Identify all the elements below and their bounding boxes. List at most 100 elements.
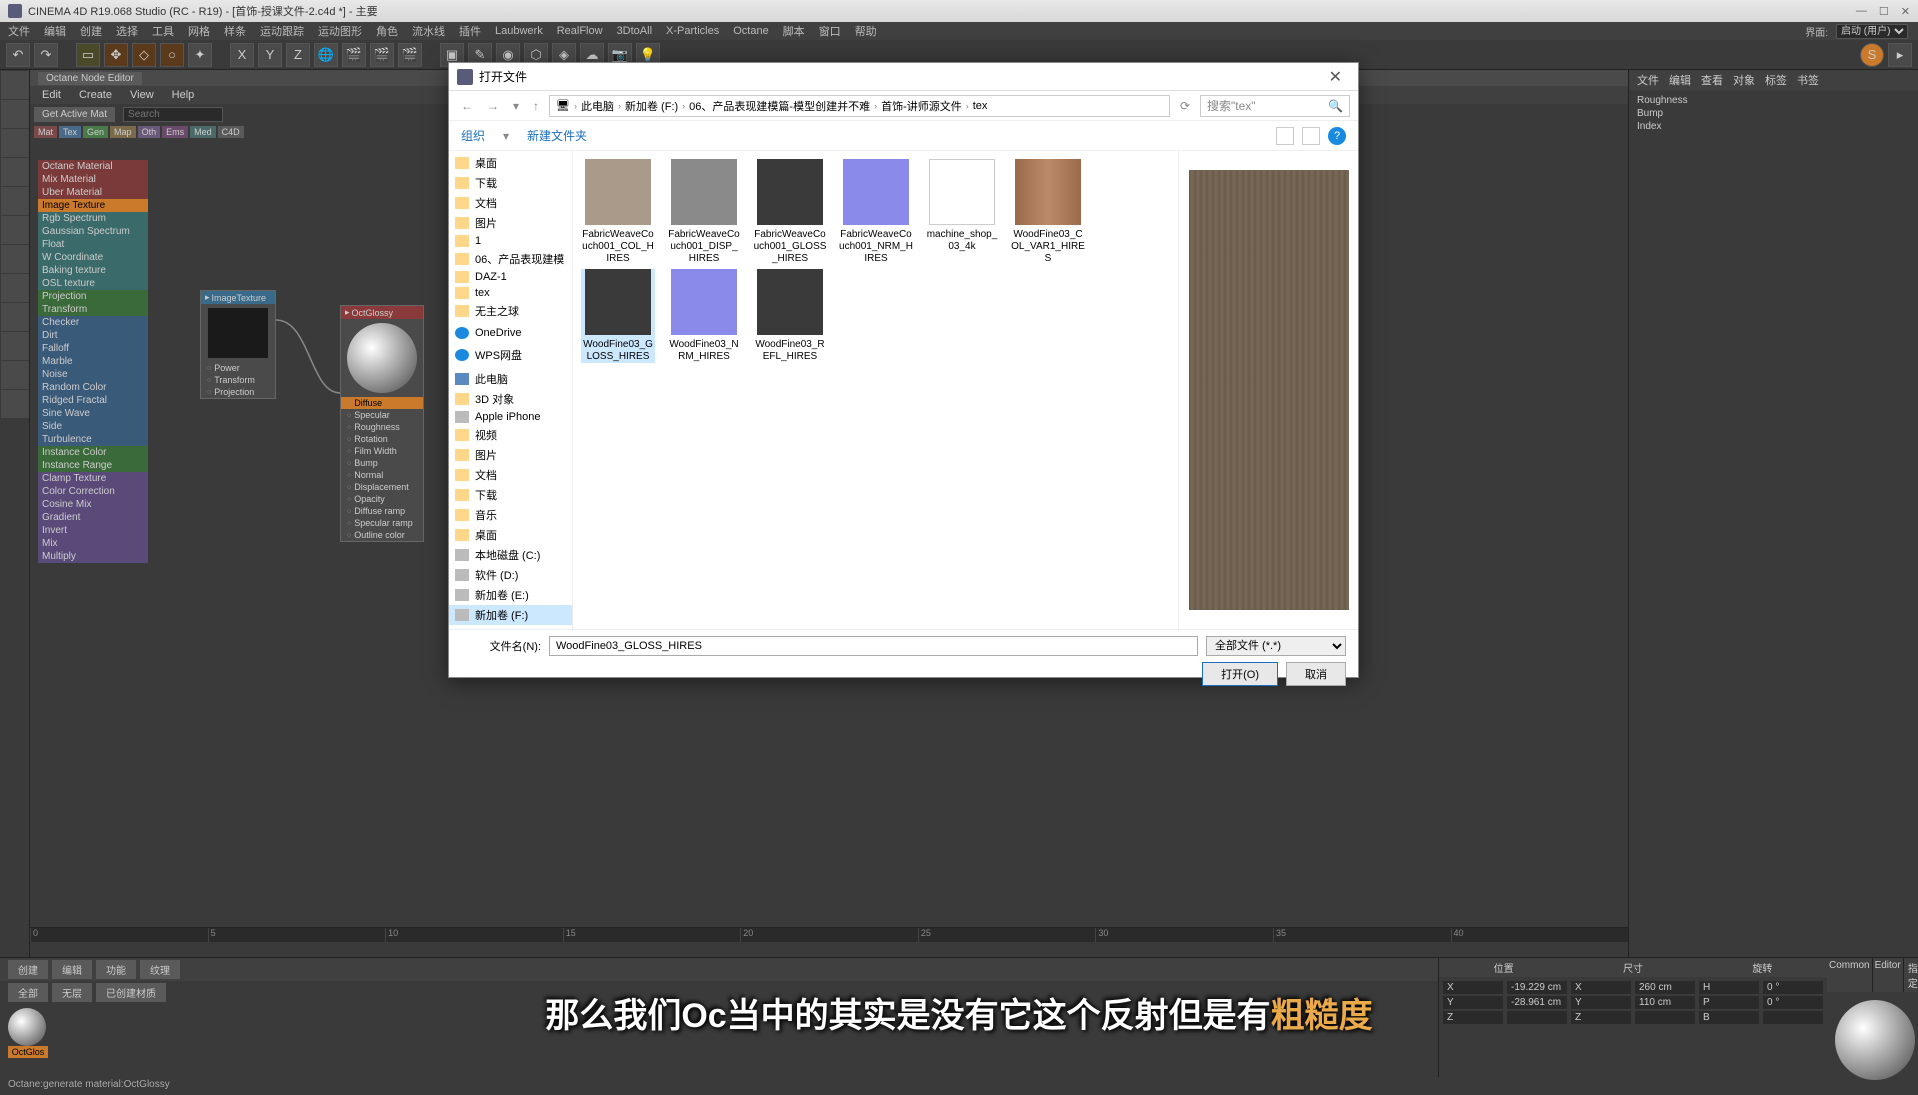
material-type-item[interactable]: Multiply (38, 550, 148, 563)
tree-item[interactable]: 06、产品表现建模 (449, 249, 572, 269)
tree-item[interactable]: 文档 (449, 465, 572, 485)
texture-mode-icon[interactable] (1, 245, 29, 273)
tree-item[interactable]: 视频 (449, 425, 572, 445)
menu-item[interactable]: 帮助 (855, 23, 877, 39)
tree-item[interactable]: OneDrive (449, 325, 572, 341)
octane-logo-icon[interactable]: S (1860, 43, 1884, 67)
material-type-item[interactable]: Uber Material (38, 186, 148, 199)
tree-item[interactable]: 音乐 (449, 505, 572, 525)
refresh-button[interactable]: ⟳ (1176, 99, 1194, 113)
snap-icon[interactable] (1, 303, 29, 331)
menu-item[interactable]: Create (79, 89, 112, 101)
menu-item[interactable]: 运动图形 (318, 23, 362, 39)
node-port[interactable]: Projection (201, 386, 275, 398)
filter-tag[interactable]: Ems (162, 126, 188, 138)
coord-value[interactable]: 110 cm (1635, 996, 1695, 1009)
maximize-icon[interactable]: ☐ (1879, 5, 1889, 18)
coord-value[interactable]: Z (1571, 1011, 1631, 1024)
tab[interactable]: 无层 (52, 983, 92, 1002)
node-port[interactable]: Transform (201, 374, 275, 386)
file-item[interactable]: WoodFine03_GLOSS_HIRES (581, 269, 655, 363)
material-type-item[interactable]: Falloff (38, 342, 148, 355)
menu-item[interactable]: 3DtoAll (617, 25, 652, 37)
filter-tag[interactable]: Gen (83, 126, 108, 138)
back-button[interactable]: ← (457, 99, 477, 113)
menu-item[interactable]: 流水线 (412, 23, 445, 39)
node-port[interactable]: Power (201, 362, 275, 374)
material-type-item[interactable]: Dirt (38, 329, 148, 342)
node-port[interactable]: Roughness (341, 421, 423, 433)
coord-value[interactable]: 0 ° (1763, 996, 1823, 1009)
breadcrumb-item[interactable]: 06、产品表现建模篇-模型创建并不难 (689, 98, 870, 114)
file-item[interactable]: FabricWeaveCouch001_GLOSS_HIRES (753, 159, 827, 265)
filter-tag[interactable]: Med (190, 126, 216, 138)
tab[interactable]: 纹理 (140, 960, 180, 979)
coord-value[interactable] (1507, 1011, 1567, 1024)
new-folder-button[interactable]: 新建文件夹 (527, 127, 587, 144)
tree-item[interactable]: 桌面 (449, 153, 572, 173)
node-oct-glossy[interactable]: OctGlossy DiffuseSpecularRoughnessRotati… (340, 305, 424, 542)
render-region-icon[interactable]: 🎬 (370, 43, 394, 67)
axis-mode-icon[interactable] (1, 129, 29, 157)
material-type-item[interactable]: Checker (38, 316, 148, 329)
filter-tag[interactable]: Oth (138, 126, 161, 138)
coord-value[interactable]: B (1699, 1011, 1759, 1024)
material-type-item[interactable]: Invert (38, 524, 148, 537)
tree-item[interactable]: 文档 (449, 193, 572, 213)
axis-y-icon[interactable]: Y (258, 43, 282, 67)
material-type-item[interactable]: Noise (38, 368, 148, 381)
point-mode-icon[interactable] (1, 158, 29, 186)
breadcrumb-item[interactable]: 首饰-讲师源文件 (881, 98, 962, 114)
menu-item[interactable]: 查看 (1701, 72, 1723, 88)
material-type-item[interactable]: Gaussian Spectrum (38, 225, 148, 238)
coord-value[interactable]: -19.229 cm (1507, 981, 1567, 994)
menu-item[interactable]: 脚本 (783, 23, 805, 39)
timeline[interactable]: 0510152025303540 (30, 927, 1628, 957)
select-tool-icon[interactable]: ▭ (76, 43, 100, 67)
tree-item[interactable]: 此电脑 (449, 369, 572, 389)
tree-item[interactable]: 1 (449, 233, 572, 249)
attribute-item[interactable]: Index (1633, 120, 1914, 133)
material-type-item[interactable]: Mix Material (38, 173, 148, 186)
material-type-item[interactable]: Instance Color (38, 446, 148, 459)
filter-tag[interactable]: Map (110, 126, 136, 138)
object-mode-icon[interactable] (1, 100, 29, 128)
coord-value[interactable] (1763, 1011, 1823, 1024)
view-mode-button[interactable] (1276, 127, 1294, 145)
material-type-item[interactable]: Gradient (38, 511, 148, 524)
dialog-search-input[interactable]: 搜索"tex" 🔍 (1200, 95, 1350, 117)
scale-tool-icon[interactable]: ◇ (132, 43, 156, 67)
coord-value[interactable]: 260 cm (1635, 981, 1695, 994)
menu-item[interactable]: X-Particles (666, 25, 719, 37)
file-item[interactable]: WoodFine03_COL_VAR1_HIRES (1011, 159, 1085, 265)
filename-input[interactable] (549, 636, 1198, 656)
menu-item[interactable]: 标签 (1765, 72, 1787, 88)
tree-item[interactable]: DAZ-1 (449, 269, 572, 285)
node-port[interactable]: Opacity (341, 493, 423, 505)
menu-item[interactable]: Edit (42, 89, 61, 101)
material-type-item[interactable]: W Coordinate (38, 251, 148, 264)
tree-item[interactable]: 下载 (449, 485, 572, 505)
render-settings-icon[interactable]: 🎬 (398, 43, 422, 67)
node-port[interactable]: Normal (341, 469, 423, 481)
node-port[interactable]: Rotation (341, 433, 423, 445)
dialog-close-button[interactable]: ✕ (1321, 67, 1350, 87)
tree-item[interactable]: 本地磁盘 (C:) (449, 545, 572, 565)
organize-button[interactable]: 组织 (461, 127, 485, 144)
filter-tag[interactable]: Tex (59, 126, 81, 138)
snap-settings-icon[interactable] (1, 332, 29, 360)
file-item[interactable]: machine_shop_03_4k (925, 159, 999, 265)
tab[interactable]: 编辑 (52, 960, 92, 979)
breadcrumb[interactable]: 🖥›此电脑›新加卷 (F:)›06、产品表现建模篇-模型创建并不难›首饰-讲师源… (549, 95, 1170, 117)
menu-item[interactable]: 选择 (116, 23, 138, 39)
menu-item[interactable]: View (130, 89, 154, 101)
close-icon[interactable]: ✕ (1901, 5, 1910, 18)
node-port[interactable]: Diffuse (341, 397, 423, 409)
file-item[interactable]: FabricWeaveCouch001_COL_HIRES (581, 159, 655, 265)
node-port[interactable]: Outline color (341, 529, 423, 541)
breadcrumb-item[interactable]: tex (973, 100, 988, 112)
file-item[interactable]: FabricWeaveCouch001_DISP_HIRES (667, 159, 741, 265)
menu-item[interactable]: Laubwerk (495, 25, 543, 37)
material-type-item[interactable]: Baking texture (38, 264, 148, 277)
layout-dropdown[interactable]: 启动 (用户) (1836, 24, 1908, 39)
